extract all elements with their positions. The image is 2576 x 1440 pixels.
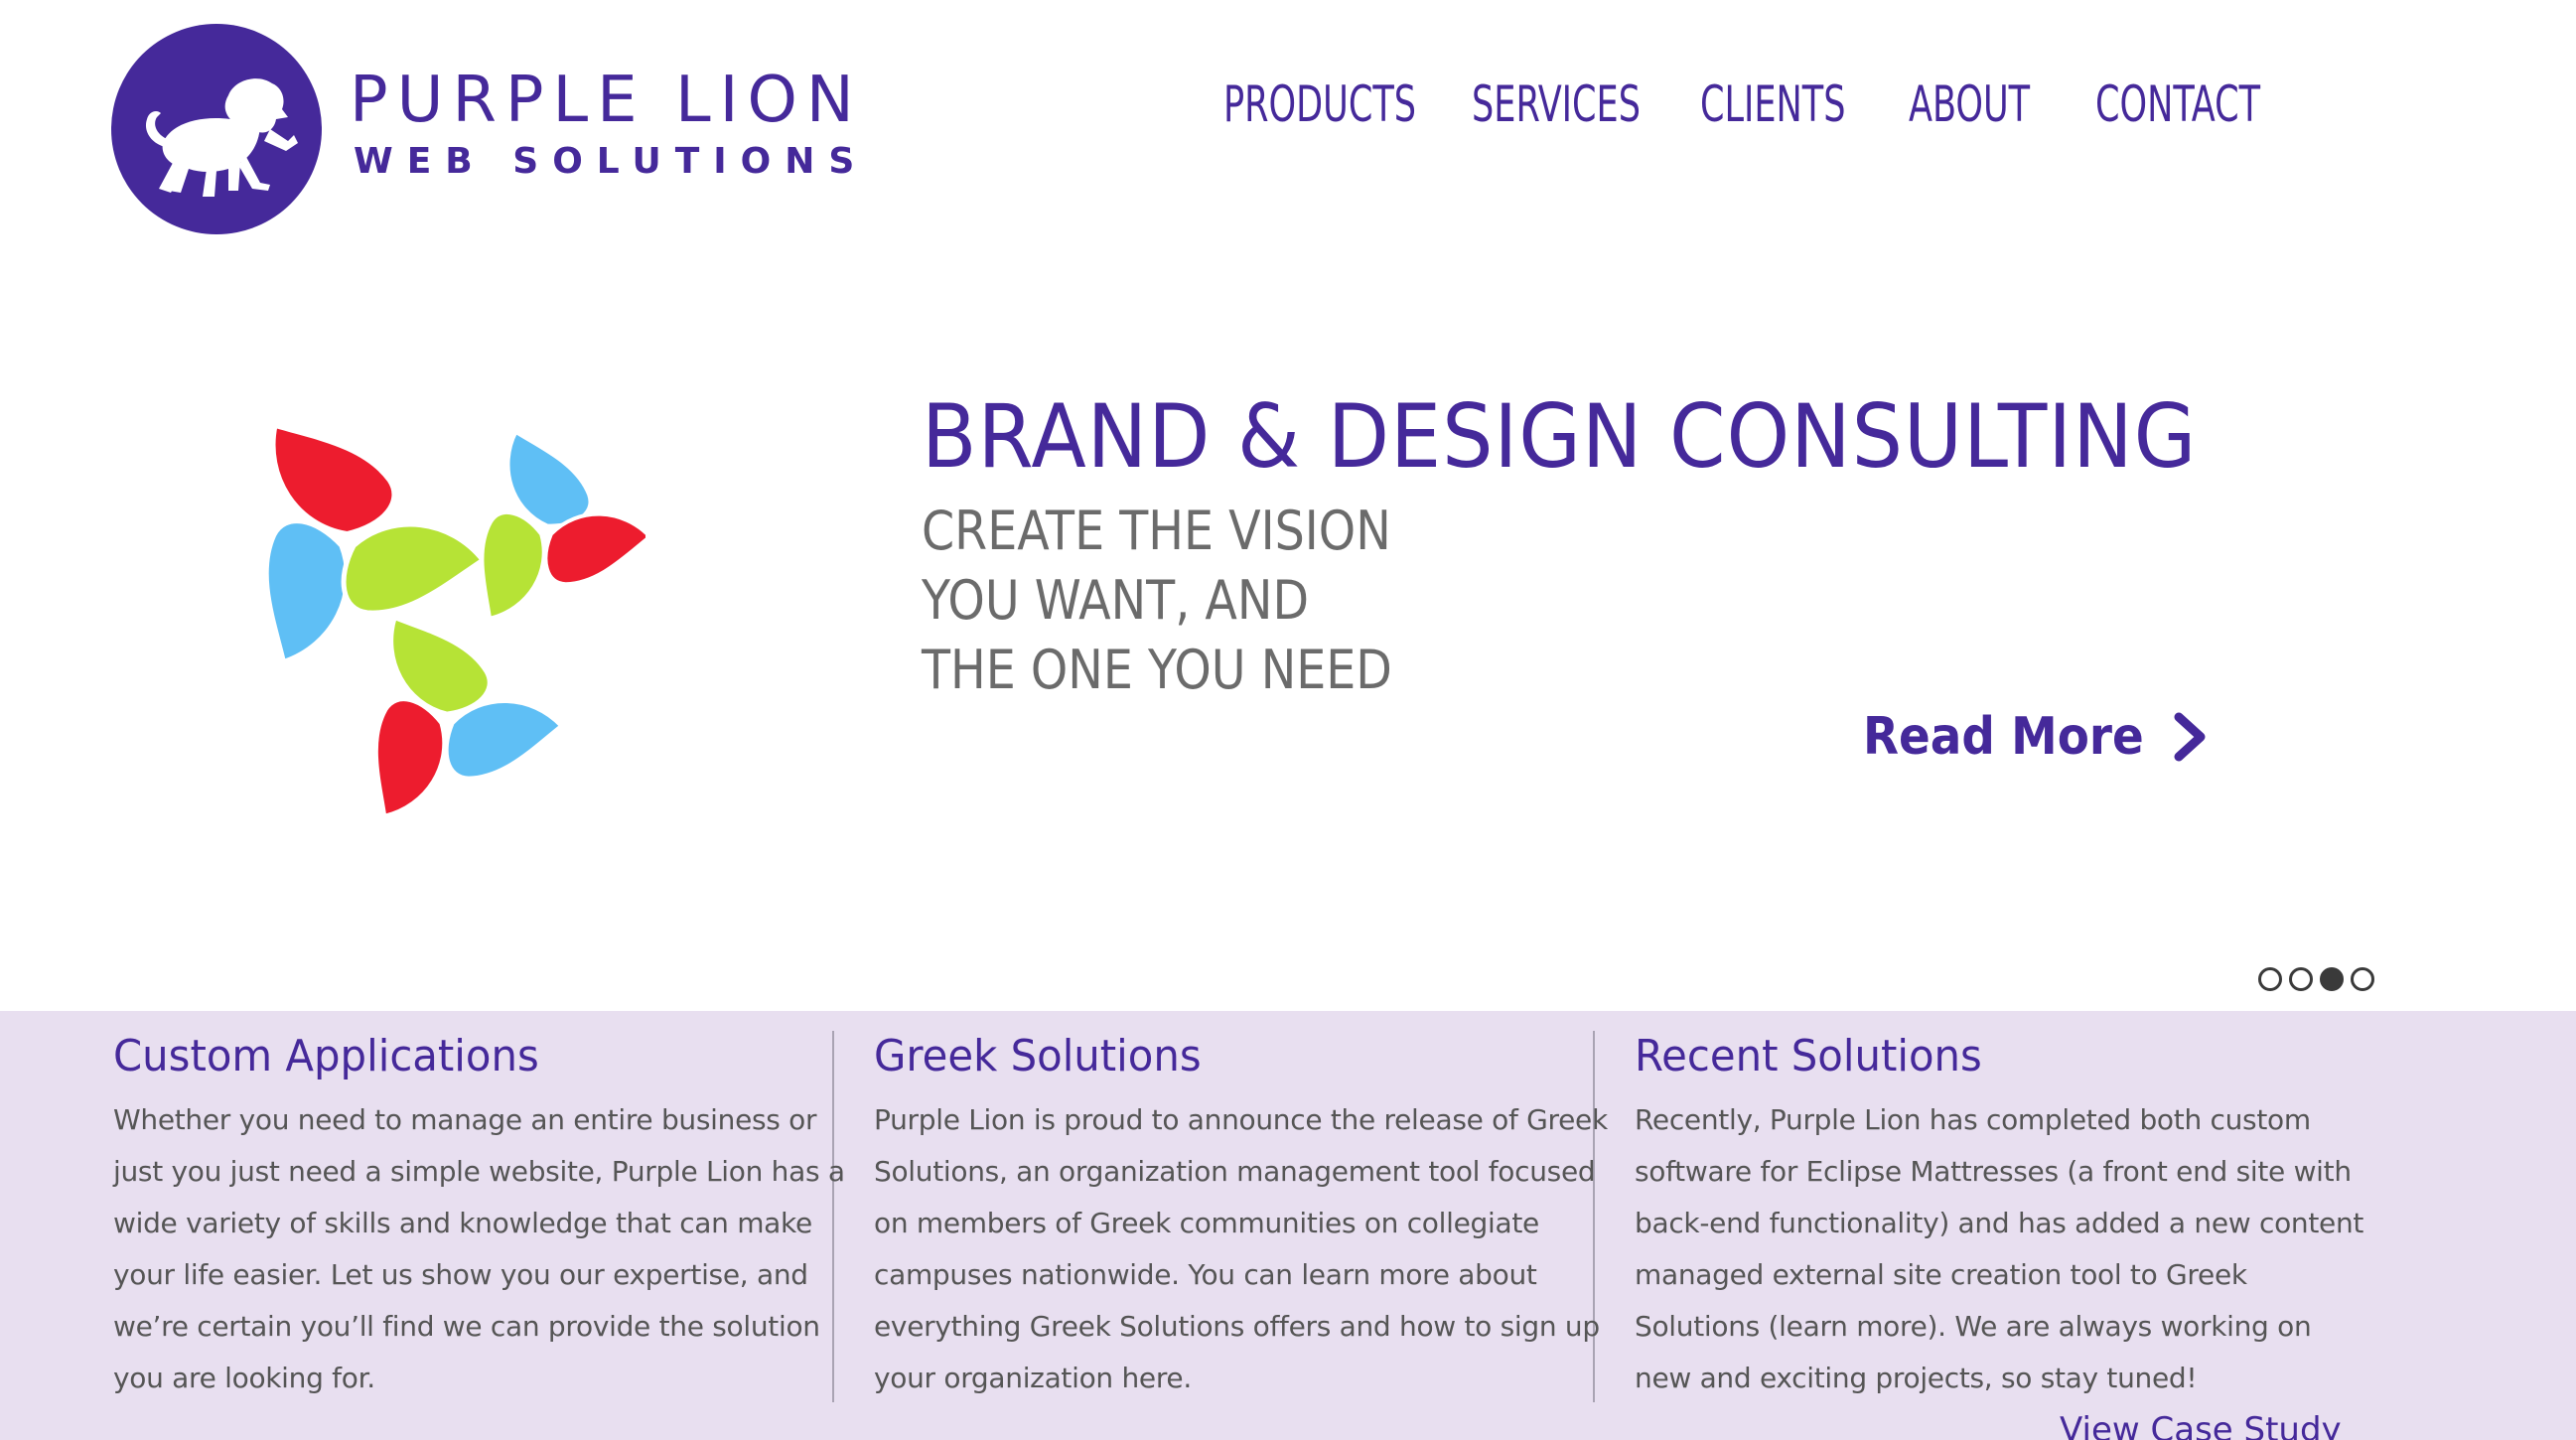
nav-contact[interactable]: CONTACT [2095, 75, 2260, 133]
nav-about[interactable]: ABOUT [1909, 75, 2030, 133]
column-title: Greek Solutions [874, 1031, 1202, 1081]
column-body: Purple Lion is proud to announce the rel… [874, 1103, 1608, 1394]
leaf-cluster [480, 429, 645, 622]
brand-name: PURPLE LION [350, 64, 863, 137]
column-title: Recent Solutions [1635, 1031, 1982, 1081]
brand-tagline: WEB SOLUTIONS [354, 141, 869, 182]
nav-services[interactable]: SERVICES [1472, 75, 1641, 133]
slider-dot[interactable] [2258, 967, 2282, 991]
slider-dot[interactable] [2351, 967, 2374, 991]
read-more-label: Read More [1863, 707, 2144, 767]
hero-subtitle: CREATE THE VISION YOU WANT, AND THE ONE … [922, 500, 1392, 701]
nav-clients[interactable]: CLIENTS [1700, 75, 1846, 133]
slider-dot[interactable] [2289, 967, 2313, 991]
slider-dot[interactable] [2320, 967, 2344, 991]
leaf-cluster [263, 422, 487, 665]
view-case-study-link[interactable]: View Case Study [2060, 1410, 2342, 1440]
slider-dots [2258, 967, 2374, 991]
column-body: Recently, Purple Lion has completed both… [1635, 1103, 2364, 1394]
column-title: Custom Applications [113, 1031, 539, 1081]
nav-products[interactable]: PRODUCTS [1223, 75, 1416, 133]
logo[interactable]: PURPLE LION WEB SOLUTIONS [111, 24, 854, 237]
lion-icon [111, 24, 322, 234]
hero-leaf-graphic [263, 422, 645, 819]
chevron-right-icon [2174, 712, 2206, 762]
read-more-link[interactable]: Read More [1863, 707, 2211, 767]
column-body: Whether you need to manage an entire bus… [113, 1103, 845, 1394]
leaf-cluster [373, 615, 565, 819]
hero-title: BRAND & DESIGN CONSULTING [922, 385, 2198, 488]
